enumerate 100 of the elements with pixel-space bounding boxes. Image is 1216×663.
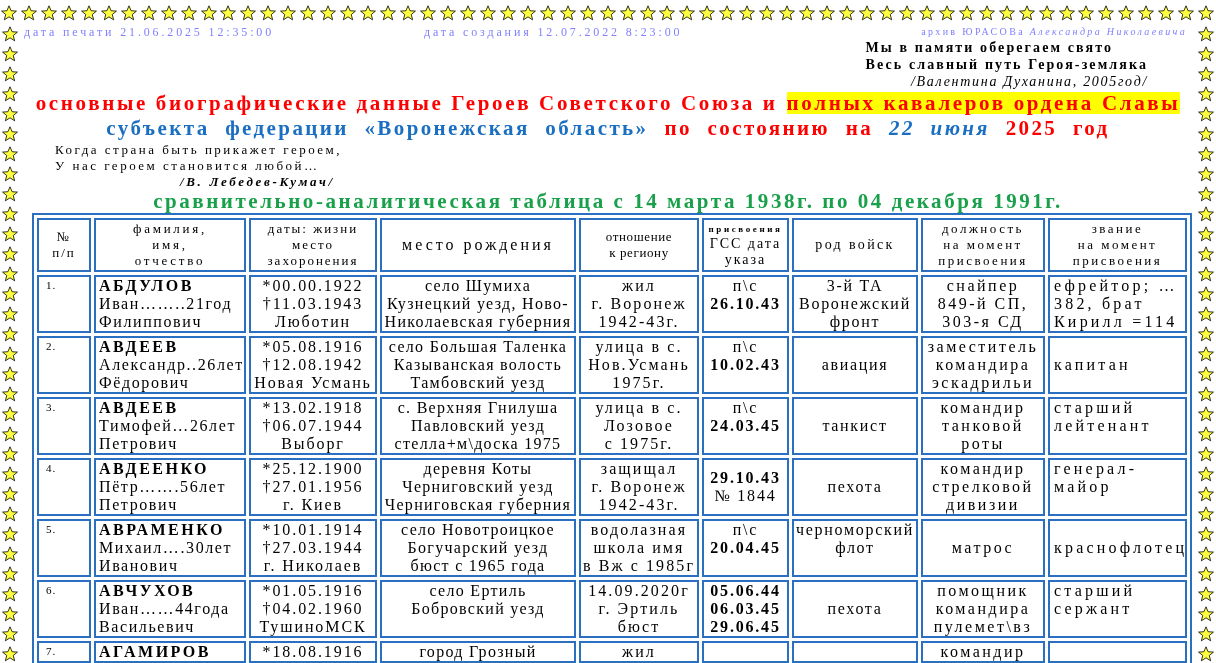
table-cell: 14.09.2020г г. Эртиль бюст — [579, 580, 699, 638]
table-cell: п\с 10.02.43 — [702, 336, 789, 394]
table-cell: АВРАМЕНКО Михаил….30лет Иванович — [94, 519, 246, 577]
table-cell: пехота — [792, 580, 918, 638]
table-cell: 4. — [37, 458, 91, 516]
star-icon — [1138, 5, 1155, 21]
star-icon — [1198, 346, 1214, 362]
print-date: дата печати 21.06.2025 12:35:00 — [24, 25, 276, 39]
star-icon — [1198, 166, 1214, 182]
star-icon — [2, 266, 18, 282]
star-icon — [1198, 386, 1214, 402]
archive-credit: архив ЮРАСОВа Александра Николаевича — [921, 25, 1187, 39]
table-cell: черноморский флот — [792, 519, 918, 577]
star-icon — [898, 5, 915, 21]
star-icon — [2, 46, 18, 62]
star-icon — [639, 5, 656, 21]
star-icon — [938, 5, 955, 21]
star-icon — [1198, 526, 1214, 542]
star-icon — [619, 5, 636, 21]
poem-text: Мы в памяти оберегаем свято Весь славный путь Героя-земляка — [865, 39, 1148, 73]
star-icon — [599, 5, 616, 21]
table-cell: село Новотроицкое Богучарский уезд бюст с 1965 года — [380, 519, 576, 577]
star-icon — [1198, 5, 1215, 21]
column-header: отношение к региону — [579, 218, 699, 272]
star-icon — [839, 5, 856, 21]
star-icon — [2, 466, 18, 482]
table-cell: авиация — [792, 336, 918, 394]
star-icon — [1198, 326, 1214, 342]
star-icon — [2, 526, 18, 542]
star-icon — [2, 426, 18, 442]
star-icon — [100, 5, 117, 21]
star-icon — [958, 5, 975, 21]
star-icon — [2, 626, 18, 642]
table-cell: жил г. Воронеж 1942-43г. — [579, 275, 699, 333]
star-icon — [998, 5, 1015, 21]
star-icon — [699, 5, 716, 21]
star-icon — [459, 5, 476, 21]
star-icon — [2, 326, 18, 342]
table-cell: АГАМИРОВ — [94, 641, 246, 663]
table-cell: 1. — [37, 275, 91, 333]
table-cell: ефрейтор; … 382, брат Кирилл =114 — [1048, 275, 1187, 333]
star-icon — [918, 5, 935, 21]
star-icon — [2, 606, 18, 622]
star-icon — [799, 5, 816, 21]
table-cell: матрос — [921, 519, 1045, 577]
star-icon — [1198, 606, 1214, 622]
star-icon — [2, 306, 18, 322]
star-icon — [539, 5, 556, 21]
creation-date: дата создания 12.07.2022 8:23:00 — [424, 25, 683, 39]
table-cell: улица в с. Нов.Усмань 1975г. — [579, 336, 699, 394]
table-cell: 29.10.43 № 1844 — [702, 458, 789, 516]
star-icon — [140, 5, 157, 21]
table-cell: п\с 24.03.45 — [702, 397, 789, 455]
star-icon — [1198, 566, 1214, 582]
table-cell: жил — [579, 641, 699, 663]
table-cell: п\с 26.10.43 — [702, 275, 789, 333]
table-title: сравнительно-аналитическая таблица с 14 марта 1938г. по 04 декабря 1991г. — [153, 190, 1063, 213]
star-icon — [20, 5, 37, 21]
star-icon — [1198, 26, 1214, 42]
table-cell: защищал г. Воронеж 1942-43г. — [579, 458, 699, 516]
star-icon — [1198, 66, 1214, 82]
table-cell: командир — [921, 641, 1045, 663]
star-icon — [739, 5, 756, 21]
star-icon — [220, 5, 237, 21]
star-icon — [2, 66, 18, 82]
star-icon — [2, 586, 18, 602]
table-cell: *13.02.1918 †06.07.1944 Выборг — [249, 397, 377, 455]
star-icon — [2, 446, 18, 462]
star-icon — [60, 5, 77, 21]
star-icon — [1198, 286, 1214, 302]
star-icon — [559, 5, 576, 21]
table-cell: АВЧУХОВ Иван……44года Васильевич — [94, 580, 246, 638]
star-icon — [1198, 486, 1214, 502]
table-cell: село Шумиха Кузнецкий уезд, Ново- Николаевская губерния — [380, 275, 576, 333]
table-cell: *18.08.1916 — [249, 641, 377, 663]
star-icon — [200, 5, 217, 21]
star-icon — [1198, 46, 1214, 62]
table-cell: деревня Коты Черниговский уезд Черниговская губерния — [380, 458, 576, 516]
star-icon — [1198, 406, 1214, 422]
title-text: 2025 год — [1005, 116, 1110, 139]
star-icon — [878, 5, 895, 21]
table-cell: помощник командира пулемет\вз — [921, 580, 1045, 638]
title-text: основные биографические данные Героев Советского Союза и — [35, 91, 778, 114]
table-cell: АВДЕЕНКО Пётр…….56лет Петрович — [94, 458, 246, 516]
title-text: субъекта федерации «Воронежская область» — [106, 116, 649, 139]
column-header: даты: жизни место захоронения — [249, 218, 377, 272]
table-cell: командир танковой роты — [921, 397, 1045, 455]
title-text: по состоянию на — [664, 116, 874, 139]
table-cell: краснофлотец — [1048, 519, 1187, 577]
column-header: должность на момент присвоения — [921, 218, 1045, 272]
star-icon — [2, 146, 18, 162]
star-icon — [2, 406, 18, 422]
table-cell: улица в с. Лозовое с 1975г. — [579, 397, 699, 455]
star-icon — [1198, 146, 1214, 162]
star-icon — [1198, 306, 1214, 322]
star-icon — [2, 126, 18, 142]
star-icon — [260, 5, 277, 21]
star-icon — [340, 5, 357, 21]
star-icon — [280, 5, 297, 21]
star-icon — [479, 5, 496, 21]
